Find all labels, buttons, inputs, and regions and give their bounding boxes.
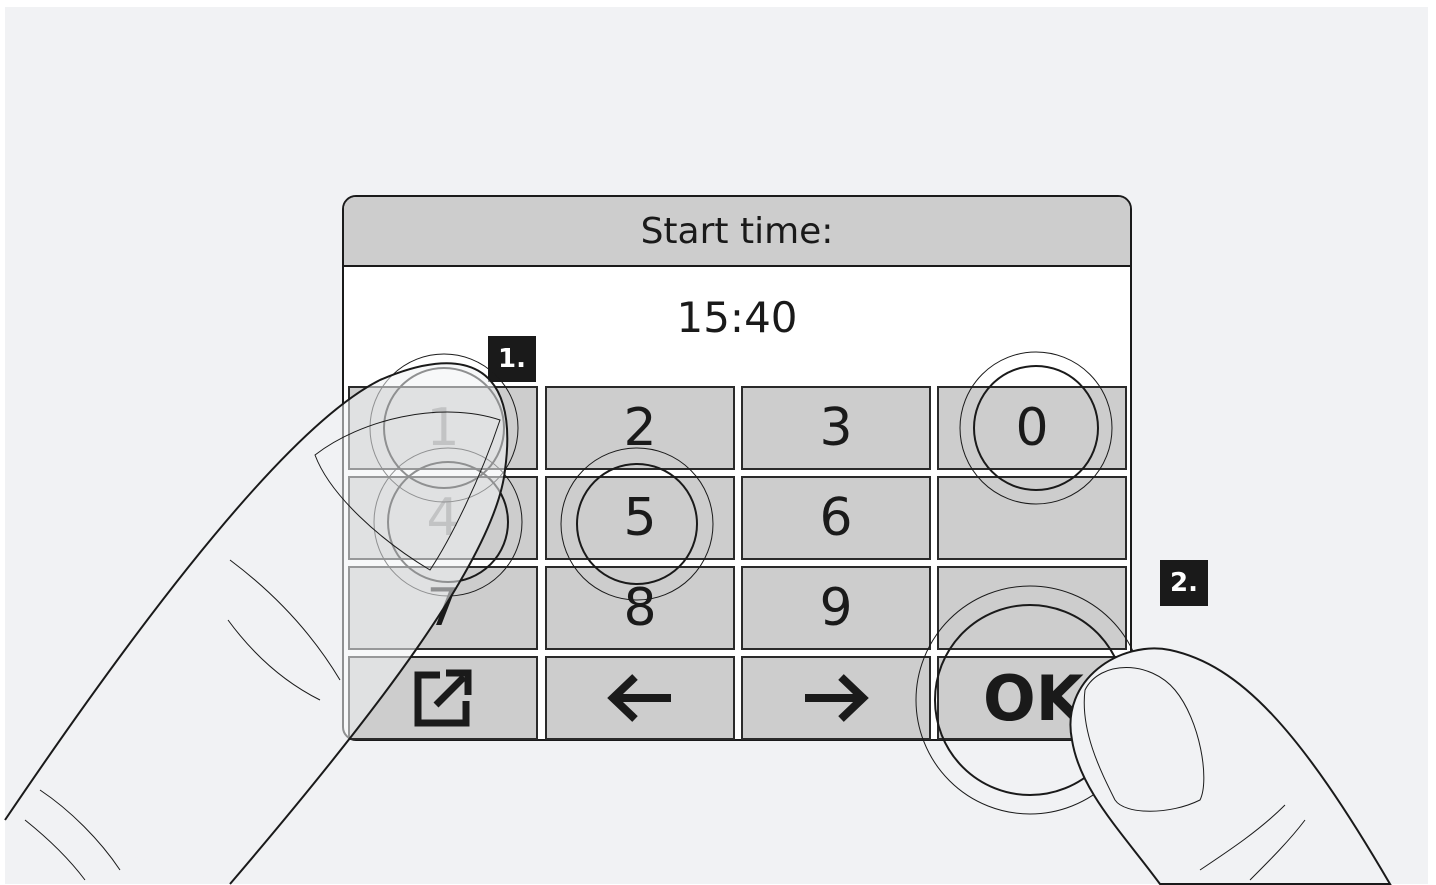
key-5[interactable]: 5 xyxy=(545,476,735,560)
key-2[interactable]: 2 xyxy=(545,386,735,470)
key-4[interactable]: 4 xyxy=(348,476,538,560)
key-1[interactable]: 1 xyxy=(348,386,538,470)
key-8[interactable]: 8 xyxy=(545,566,735,650)
key-3[interactable]: 3 xyxy=(741,386,931,470)
key-0[interactable]: 0 xyxy=(937,386,1127,470)
key-6[interactable]: 6 xyxy=(741,476,931,560)
key-9[interactable]: 9 xyxy=(741,566,931,650)
step-1-badge: 1. xyxy=(488,336,536,382)
export-button[interactable] xyxy=(348,656,538,740)
key-blank-2[interactable] xyxy=(937,566,1127,650)
key-7[interactable]: 7 xyxy=(348,566,538,650)
dialog-title: Start time: xyxy=(344,197,1130,267)
key-blank-1[interactable] xyxy=(937,476,1127,560)
step-2-badge: 2. xyxy=(1160,560,1208,606)
time-value: 15:40 xyxy=(676,293,798,342)
export-icon xyxy=(414,669,472,727)
ok-button[interactable]: OK xyxy=(937,656,1127,740)
cursor-left-button[interactable] xyxy=(545,656,735,740)
cursor-right-button[interactable] xyxy=(741,656,931,740)
arrow-left-icon xyxy=(607,674,671,722)
arrow-right-icon xyxy=(805,674,869,722)
